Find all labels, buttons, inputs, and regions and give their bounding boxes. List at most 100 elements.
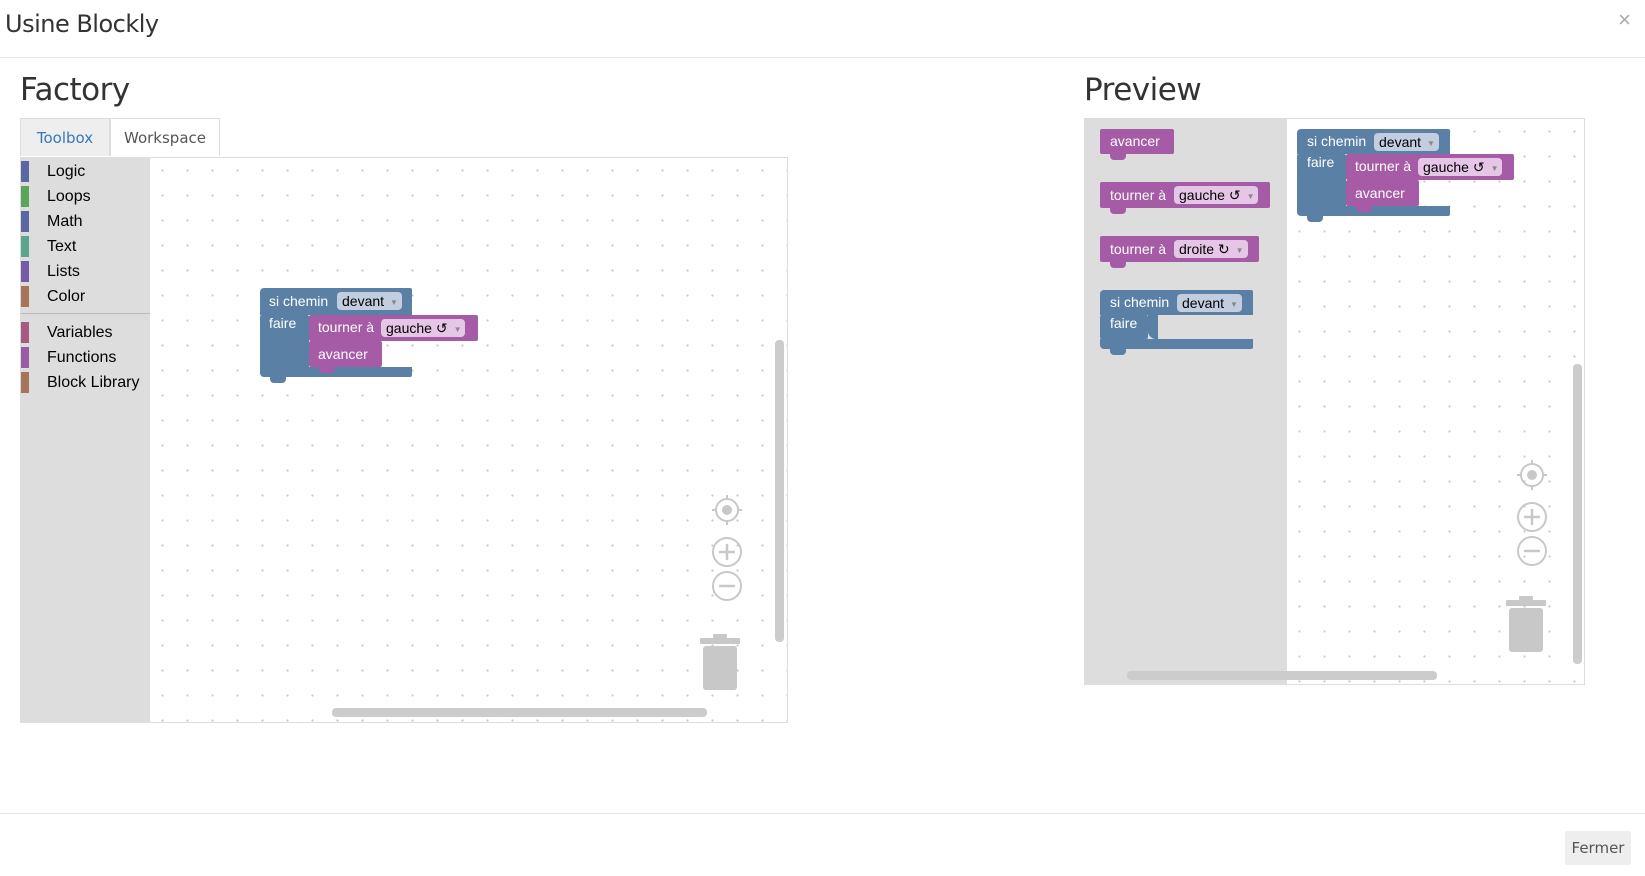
dropdown-arrow-icon: ▼ [1230, 300, 1238, 309]
forward-label: avancer [318, 346, 368, 362]
do-label: faire [269, 315, 297, 331]
block-notch [1110, 262, 1126, 268]
dropdown-arrow-icon: ▼ [1246, 192, 1255, 201]
preview-forward-block[interactable]: avancer [1346, 180, 1419, 206]
category-swatch [21, 211, 29, 232]
category-swatch [21, 236, 29, 257]
flyout-if-path-block[interactable]: si chemin devant ▼ [1100, 290, 1253, 315]
preview-direction-dropdown[interactable]: devant ▼ [1374, 133, 1439, 151]
recenter-icon[interactable] [710, 493, 744, 527]
block-notch [270, 377, 286, 383]
category-block-library[interactable]: Block Library [21, 370, 150, 395]
category-swatch [21, 261, 29, 282]
category-swatch [21, 186, 29, 207]
if-path-block-bottom [260, 367, 412, 377]
flyout-turn-left-dropdown[interactable]: gauche ↺ ▼ [1174, 186, 1259, 204]
tab-workspace[interactable]: Workspace [110, 118, 220, 156]
category-separator [21, 313, 150, 314]
preview-forward-label: avancer [1355, 185, 1405, 201]
category-label: Loops [47, 188, 91, 205]
category-swatch [21, 286, 29, 307]
factory-workspace[interactable]: si chemin devant ▼ faire tourner à gauche… [150, 158, 787, 722]
preview-direction-value: devant [1379, 134, 1422, 150]
close-icon[interactable]: × [1618, 7, 1631, 33]
flyout-turn-right-dropdown[interactable]: droite ↻ ▼ [1174, 240, 1248, 258]
factory-title: Factory [20, 72, 130, 108]
flyout-if-path-side: faire [1100, 315, 1148, 339]
preview-vertical-scrollbar[interactable] [1573, 364, 1582, 664]
flyout-if-path-label: si chemin [1110, 294, 1170, 310]
category-lists[interactable]: Lists [21, 259, 150, 284]
category-label: Color [47, 288, 86, 305]
flyout-direction-dropdown[interactable]: devant ▼ [1177, 294, 1242, 312]
if-path-block-side: faire [260, 315, 309, 370]
flyout-turn-right-value: droite ↻ [1179, 241, 1230, 257]
if-path-block[interactable]: si chemin devant ▼ [260, 288, 412, 315]
category-label: Text [47, 238, 77, 255]
modal-header: Usine Blockly × [0, 0, 1645, 58]
dropdown-arrow-icon: ▼ [390, 298, 398, 307]
category-label: Functions [47, 349, 117, 366]
dropdown-arrow-icon: ▼ [453, 325, 462, 334]
forward-block[interactable]: avancer [309, 341, 382, 367]
flyout-forward-block[interactable]: avancer [1100, 129, 1174, 154]
zoom-out-icon[interactable] [710, 569, 744, 603]
block-notch [1110, 349, 1126, 355]
zoom-in-icon[interactable] [710, 535, 744, 569]
block-notch [1110, 154, 1126, 160]
preview-workspace[interactable]: si chemin devant ▼ faire tourner à gauche… [1287, 118, 1585, 685]
direction-dropdown[interactable]: devant ▼ [337, 292, 402, 310]
category-label: Logic [47, 163, 86, 180]
preview-if-path-bottom [1297, 206, 1450, 216]
category-logic[interactable]: Logic [21, 159, 150, 184]
category-functions[interactable]: Functions [21, 345, 150, 370]
category-swatch [21, 372, 29, 393]
block-notch [319, 367, 335, 373]
category-label: Variables [47, 324, 113, 341]
toolbox-panel: Logic Loops Math Text Lists Color Variab… [21, 158, 150, 722]
flyout-do-label: faire [1110, 315, 1138, 331]
category-label: Block Library [47, 374, 140, 391]
modal-title: Usine Blockly [5, 10, 159, 38]
preview-if-path-side: faire [1297, 154, 1346, 209]
if-path-label: si chemin [269, 293, 329, 309]
category-math[interactable]: Math [21, 209, 150, 234]
flyout-turn-right-block[interactable]: tourner à droite ↻ ▼ [1100, 236, 1259, 262]
preview-zoom-out-icon[interactable] [1515, 534, 1549, 568]
preview-turn-dropdown[interactable]: gauche ↺ ▼ [1418, 158, 1503, 176]
category-color[interactable]: Color [21, 284, 150, 309]
preview-if-path-block[interactable]: si chemin devant ▼ [1297, 129, 1450, 154]
preview-recenter-icon[interactable] [1515, 458, 1549, 492]
block-notch [1307, 216, 1323, 222]
category-text[interactable]: Text [21, 234, 150, 259]
vertical-scrollbar[interactable] [775, 340, 784, 642]
flyout-if-path-bottom [1100, 339, 1253, 349]
preview-horizontal-scrollbar[interactable] [1127, 671, 1437, 680]
tab-toolbox[interactable]: Toolbox [20, 118, 110, 156]
flyout-if-path-inner-curve [1148, 315, 1158, 339]
close-button[interactable]: Fermer [1565, 831, 1631, 865]
turn-block[interactable]: tourner à gauche ↺ ▼ [309, 315, 478, 341]
factory-editor: Logic Loops Math Text Lists Color Variab… [20, 157, 788, 723]
turn-direction-dropdown[interactable]: gauche ↺ ▼ [381, 319, 466, 337]
category-label: Math [47, 213, 83, 230]
turn-label: tourner à [318, 319, 375, 335]
dropdown-arrow-icon: ▼ [1235, 246, 1244, 255]
category-loops[interactable]: Loops [21, 184, 150, 209]
preview-trash-icon[interactable] [1504, 596, 1548, 654]
category-variables[interactable]: Variables [21, 320, 150, 345]
horizontal-scrollbar[interactable] [332, 708, 707, 717]
preview-zoom-in-icon[interactable] [1515, 500, 1549, 534]
turn-direction-value: gauche ↺ [386, 320, 448, 336]
preview-turn-block[interactable]: tourner à gauche ↺ ▼ [1346, 154, 1514, 180]
trash-icon[interactable] [698, 634, 742, 692]
flyout-turn-right-label: tourner à [1110, 241, 1167, 257]
flyout-forward-label: avancer [1110, 133, 1160, 149]
preview-turn-value: gauche ↺ [1423, 159, 1485, 175]
category-swatch [21, 322, 29, 343]
flyout-turn-left-block[interactable]: tourner à gauche ↺ ▼ [1100, 182, 1270, 208]
modal-footer [0, 813, 1645, 876]
preview-do-label: faire [1307, 154, 1335, 170]
block-notch [1356, 206, 1372, 212]
flyout-direction-value: devant [1182, 295, 1225, 311]
